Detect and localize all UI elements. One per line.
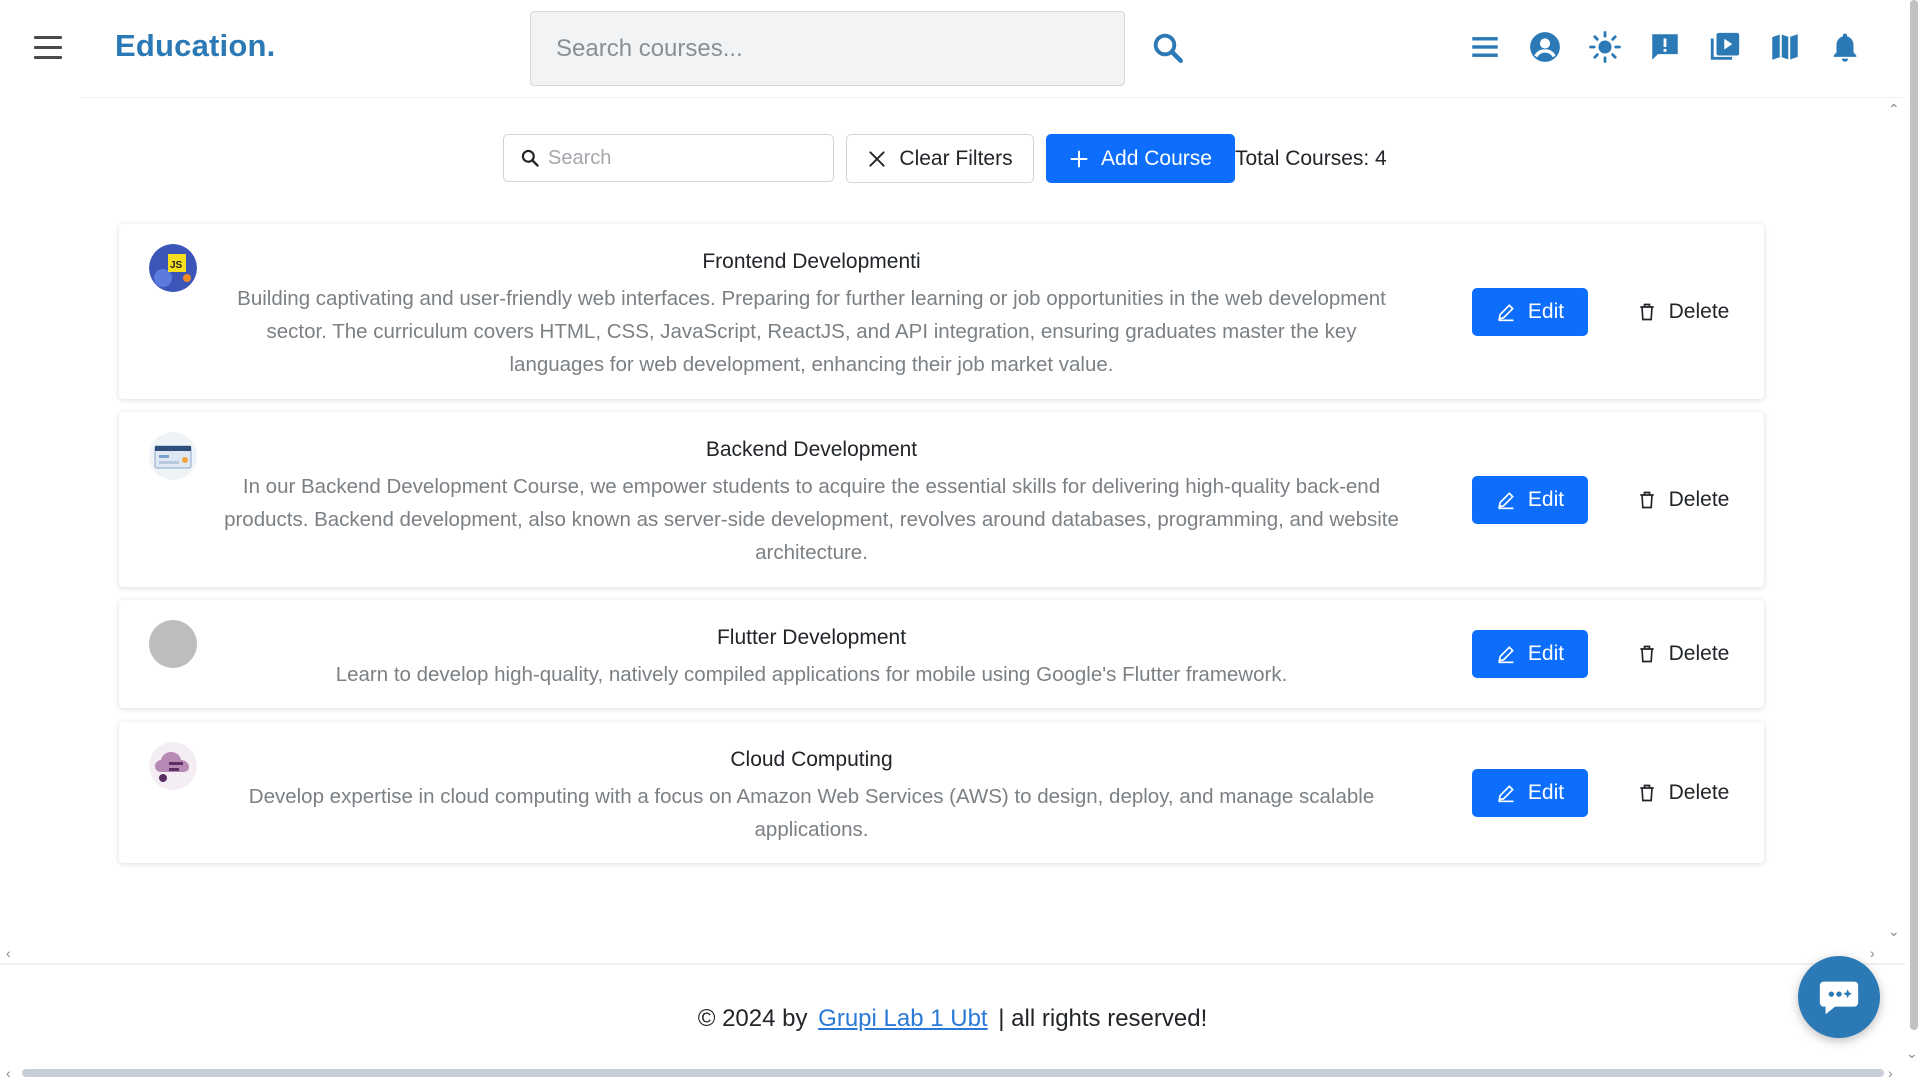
vertical-scrollbar-thumb[interactable]	[1910, 0, 1918, 1030]
footer-copyright: © 2024 by	[697, 1005, 808, 1032]
menu-lines-icon[interactable]	[1468, 30, 1502, 64]
pencil-icon	[1498, 785, 1514, 803]
footer-rights: | all rights reserved!	[998, 1005, 1208, 1032]
edit-label: Edit	[1527, 300, 1565, 323]
course-card: Cloud Computing Develop expertise in clo…	[119, 722, 1764, 863]
course-description: In our Backend Development Course, we em…	[224, 475, 1399, 564]
filter-search-input[interactable]	[548, 143, 818, 173]
chat-button[interactable]	[1798, 956, 1880, 1038]
delete-course-button[interactable]: Delete	[1623, 630, 1743, 678]
delete-course-button[interactable]: Delete	[1623, 476, 1743, 524]
footer-link[interactable]: Grupi Lab 1 Ubt	[818, 1005, 987, 1032]
delete-label: Delete	[1668, 642, 1730, 665]
pencil-icon	[1498, 304, 1514, 322]
scroll-up-arrow-icon[interactable]: ⌃	[1888, 102, 1900, 116]
scroll-right-arrow-icon[interactable]: ›	[1870, 946, 1875, 960]
course-description: Learn to develop high-quality, natively …	[335, 663, 1288, 686]
page-scroll-down-icon[interactable]: ⌄	[1906, 1046, 1918, 1060]
clear-filters-button[interactable]: Clear Filters	[846, 134, 1034, 183]
course-title: Flutter Development	[716, 626, 907, 649]
bell-icon[interactable]	[1828, 30, 1862, 64]
edit-label: Edit	[1527, 488, 1565, 511]
edit-course-button[interactable]: Edit	[1472, 630, 1588, 678]
course-description: Building captivating and user-friendly w…	[237, 287, 1386, 376]
edit-course-button[interactable]: Edit	[1472, 769, 1588, 817]
edit-course-button[interactable]: Edit	[1472, 476, 1588, 524]
course-content: Cloud Computing Develop expertise in clo…	[219, 722, 1404, 846]
trash-icon	[1639, 645, 1654, 663]
plus-icon	[1070, 150, 1088, 167]
hamburger-menu-icon[interactable]	[32, 36, 64, 62]
sun-icon[interactable]	[1588, 30, 1622, 64]
delete-label: Delete	[1668, 300, 1730, 323]
course-card: Backend Development In our Backend Devel…	[119, 412, 1764, 587]
delete-course-button[interactable]: Delete	[1623, 288, 1743, 336]
delete-label: Delete	[1668, 781, 1730, 804]
edit-label: Edit	[1527, 642, 1565, 665]
trash-icon	[1639, 784, 1654, 802]
feedback-icon[interactable]	[1648, 30, 1682, 64]
course-title: Backend Development	[705, 438, 918, 461]
course-thumbnail: JS	[149, 244, 197, 292]
page-scroll-left-icon[interactable]: ‹	[6, 1066, 11, 1080]
course-title: Cloud Computing	[730, 748, 893, 771]
trash-icon	[1639, 491, 1654, 509]
total-courses-count: Total Courses: 4	[1235, 147, 1387, 170]
clear-filters-label: Clear Filters	[899, 146, 1013, 170]
top-navbar: Education.	[0, 0, 1920, 98]
scroll-down-arrow-icon[interactable]: ⌄	[1888, 924, 1900, 938]
filter-search-field[interactable]	[503, 134, 834, 182]
course-content: Flutter Development Learn to develop hig…	[219, 600, 1404, 691]
course-content: Frontend Developmenti Building captivati…	[219, 224, 1404, 381]
map-icon[interactable]	[1768, 30, 1802, 64]
course-card: Flutter Development Learn to develop hig…	[119, 600, 1764, 708]
video-library-icon[interactable]	[1708, 30, 1742, 64]
close-icon	[869, 150, 885, 167]
pencil-icon	[1498, 492, 1514, 510]
footer: © 2024 by Grupi Lab 1 Ubt | all rights r…	[0, 1005, 1905, 1033]
course-title: Frontend Developmenti	[702, 250, 921, 273]
course-card: JS Frontend Developmenti Building captiv…	[119, 224, 1764, 399]
scroll-left-arrow-icon[interactable]: ‹	[6, 946, 11, 960]
course-description: Develop expertise in cloud computing wit…	[248, 785, 1375, 841]
add-course-button[interactable]: Add Course	[1046, 134, 1235, 183]
delete-label: Delete	[1668, 488, 1730, 511]
brand-logo[interactable]: Education.	[115, 28, 275, 64]
course-thumbnail	[149, 432, 197, 480]
course-thumbnail-placeholder	[149, 620, 197, 668]
header-divider	[80, 97, 1910, 98]
chat-bubble-icon	[1819, 981, 1859, 1015]
footer-divider	[0, 963, 1905, 965]
course-content: Backend Development In our Backend Devel…	[219, 412, 1404, 569]
delete-course-button[interactable]: Delete	[1623, 769, 1743, 817]
edit-course-button[interactable]: Edit	[1472, 288, 1588, 336]
horizontal-scrollbar-thumb[interactable]	[22, 1069, 1884, 1077]
trash-icon	[1639, 303, 1654, 321]
svg-text:JS: JS	[170, 260, 183, 271]
course-thumbnail	[149, 742, 197, 790]
edit-label: Edit	[1527, 781, 1565, 804]
search-icon[interactable]	[1150, 30, 1186, 66]
page-scroll-right-icon[interactable]: ›	[1888, 1066, 1893, 1080]
add-course-label: Add Course	[1101, 146, 1212, 170]
search-icon	[521, 149, 539, 167]
course-search-input[interactable]	[530, 11, 1125, 86]
user-circle-icon[interactable]	[1528, 30, 1562, 64]
pencil-icon	[1498, 646, 1514, 664]
